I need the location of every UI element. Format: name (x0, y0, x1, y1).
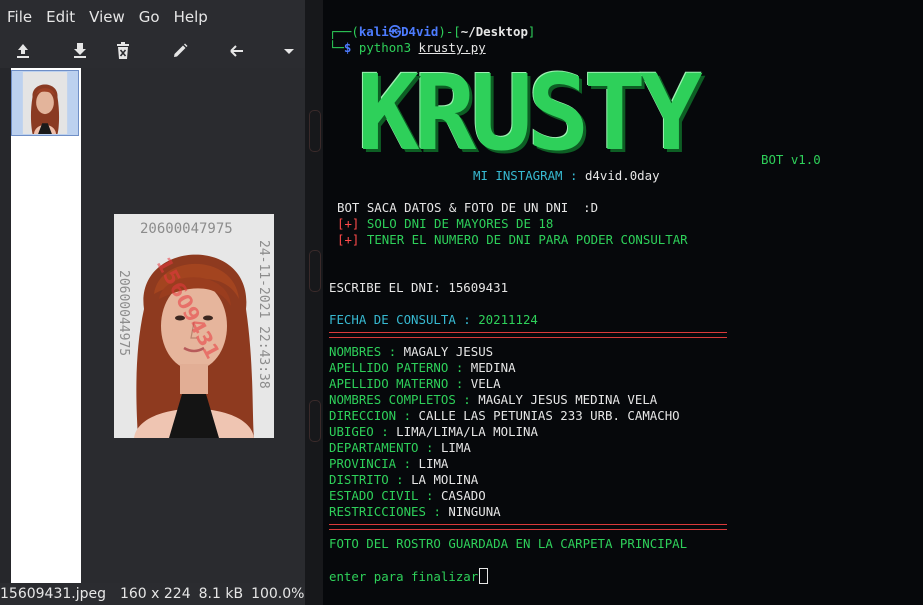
field-row: ESTADO CIVIL : CASADO (329, 488, 486, 503)
edit-icon[interactable] (167, 38, 193, 64)
prompt-user: kali (358, 24, 389, 39)
instagram-line: MI INSTAGRAM : d4vid.0day (473, 168, 660, 183)
field-row: NOMBRES : MAGALY JESUS (329, 344, 494, 359)
field-row: DISTRITO : LA MOLINA (329, 472, 479, 487)
upload-icon[interactable] (10, 38, 36, 64)
prompt-host: D4vid (401, 24, 439, 39)
menu-go[interactable]: Go (132, 8, 167, 26)
terminal-window[interactable]: ┌──(kali㉿D4vid)-[~/Desktop] └─$ python3 … (323, 0, 923, 605)
status-filename: 15609431.jpeg (0, 586, 106, 602)
prompt-line-1: ┌──(kali㉿D4vid)-[~/Desktop] (329, 24, 536, 39)
dropdown-icon[interactable] (276, 38, 302, 64)
menu-bar: File Edit View Go Help (0, 0, 305, 34)
status-filesize: 8.1 kB (198, 586, 244, 602)
image-canvas: 20600047975 24-11-2021 22:43:38 20600044… (81, 68, 305, 583)
field-row: APELLIDO PATERNO : MEDINA (329, 360, 516, 375)
menu-view[interactable]: View (82, 8, 132, 26)
thumbnail-strip[interactable] (11, 68, 81, 583)
divider-decoration (309, 400, 321, 442)
terminal-cursor (479, 568, 489, 584)
status-zoom: 100.0% (251, 586, 305, 602)
photo-stamp-top: 20600047975 (140, 221, 233, 237)
photo-stamp-right: 24-11-2021 22:43:38 (256, 240, 271, 389)
toolbar (0, 34, 305, 68)
delete-icon[interactable] (110, 38, 136, 64)
field-row: NOMBRES COMPLETOS : MAGALY JESUS MEDINA … (329, 392, 658, 407)
field-row: UBIGEO : LIMA/LIMA/LA MOLINA (329, 424, 538, 439)
field-row: DIRECCION : CALLE LAS PETUNIAS 233 URB. … (329, 408, 680, 423)
photo-stamp-left: 20600044975 (116, 270, 131, 356)
intro-line: BOT SACA DATOS & FOTO DE UN DNI :D (337, 200, 599, 215)
divider-decoration (309, 250, 321, 292)
dni-input-line: ESCRIBE EL DNI: 15609431 (329, 280, 509, 295)
divider-decoration (309, 110, 321, 152)
id-photo: 20600047975 24-11-2021 22:43:38 20600044… (114, 214, 274, 438)
red-separator (329, 332, 727, 338)
image-viewer-window: File Edit View Go Help 20600047975 24-11… (0, 0, 305, 605)
date-value: 20211124 (478, 312, 538, 327)
field-row: DEPARTAMENTO : LIMA (329, 440, 471, 455)
banner-title: KRUSTY (357, 52, 703, 174)
field-row: APELLIDO MATERNO : VELA (329, 376, 501, 391)
window-divider (305, 0, 323, 605)
instagram-handle: d4vid.0day (584, 168, 660, 183)
final-prompt[interactable]: enter para finalizar (329, 568, 489, 585)
back-arrow-icon[interactable] (224, 38, 250, 64)
menu-help[interactable]: Help (167, 8, 215, 26)
thumbnail-selected[interactable] (11, 70, 79, 136)
status-bar: 15609431.jpeg 160 x 224 8.1 kB 100.0% (0, 583, 305, 605)
menu-edit[interactable]: Edit (39, 8, 82, 26)
rule-line-1: [+] SOLO DNI DE MAYORES DE 18 (337, 216, 554, 231)
field-row: RESTRICCIONES : NINGUNA (329, 504, 501, 519)
date-line: FECHA DE CONSULTA : 20211124 (329, 312, 538, 327)
saved-message: FOTO DEL ROSTRO GUARDADA EN LA CARPETA P… (329, 536, 688, 551)
save-icon[interactable] (67, 38, 93, 64)
status-dimensions: 160 x 224 (119, 586, 191, 602)
field-row: PROVINCIA : LIMA (329, 456, 449, 471)
menu-file[interactable]: File (0, 8, 39, 26)
red-separator (329, 524, 727, 530)
prompt-path: ~/Desktop (460, 24, 528, 39)
rule-line-2: [+] TENER EL NUMERO DE DNI PARA PODER CO… (337, 232, 688, 247)
dni-value: 15609431 (448, 280, 509, 295)
thumbnail-photo (22, 72, 68, 134)
banner-version: BOT v1.0 (761, 152, 821, 167)
